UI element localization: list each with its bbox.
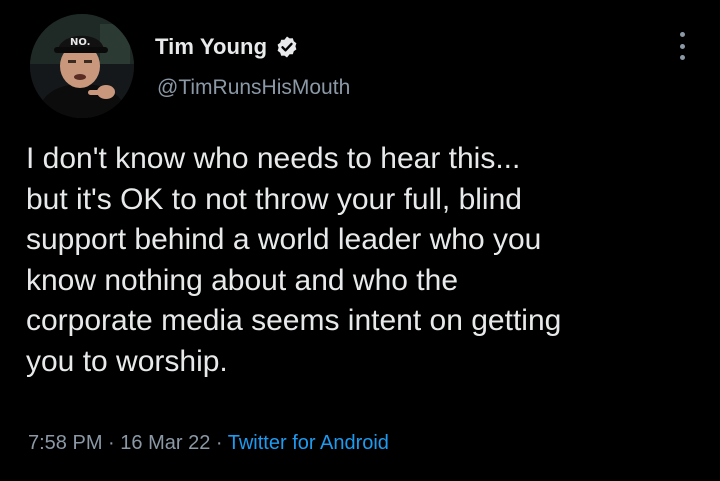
tweet-text: I don't know who needs to hear this... b… (26, 139, 706, 382)
meta-separator: · (210, 432, 228, 454)
tweet-text-line: corporate media seems intent on getting (26, 304, 562, 337)
tweet-time[interactable]: 7:58 PM (28, 432, 102, 454)
tweet-date[interactable]: 16 Mar 22 (120, 432, 210, 454)
tweet-text-line: support behind a world leader who you (26, 223, 542, 256)
author-display-name[interactable]: Tim Young (155, 34, 267, 60)
avatar[interactable]: NO. (30, 14, 134, 118)
tweet-text-line: I don't know who needs to hear this... (26, 142, 521, 175)
avatar-image: NO. (30, 14, 134, 118)
tweet-source-link[interactable]: Twitter for Android (228, 432, 389, 454)
tweet-text-line: you to worship. (26, 344, 228, 378)
author-handle[interactable]: @TimRunsHisMouth (157, 76, 350, 100)
tweet-text-line: but it's OK to not throw your full, blin… (26, 182, 522, 216)
more-options-icon[interactable] (672, 28, 692, 64)
tweet-meta: 7:58 PM · 16 Mar 22 · Twitter for Androi… (28, 432, 389, 455)
verified-badge-icon (275, 35, 299, 59)
tweet-text-line: know nothing about and who the (26, 263, 458, 297)
tweet-card: NO. Tim Young @TimRunsHisMouth I don't k… (0, 0, 720, 481)
author-name-row: Tim Young (155, 32, 299, 62)
avatar-hat-text: NO. (70, 37, 90, 48)
meta-separator: · (102, 432, 121, 454)
